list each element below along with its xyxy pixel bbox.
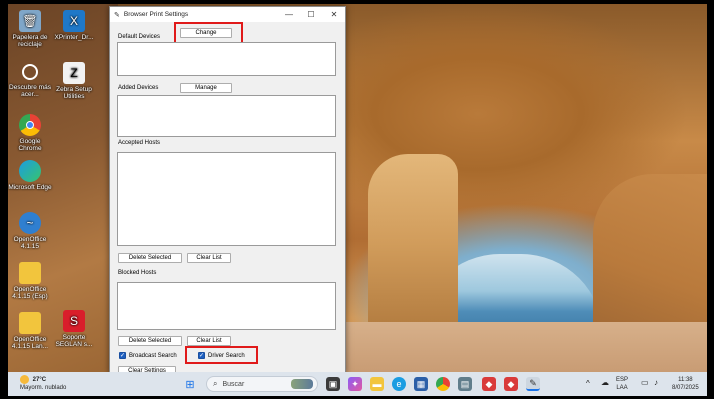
maximize-icon[interactable]: ☐ [300,7,322,22]
search-highlight-image [291,379,313,389]
clear-list-accepted-button[interactable]: Clear List [187,253,231,263]
added-devices-label: Added Devices [118,85,159,91]
wallpaper-rock-right [593,174,707,334]
zebra-icon: Z [63,62,85,84]
windows-start-icon[interactable]: ⊞ [183,377,197,391]
title-bar[interactable]: ✎ Browser Print Settings — ☐ ✕ [110,7,345,22]
file-explorer-icon[interactable]: ▬ [370,377,384,391]
recycle-bin-icon: 🗑 [19,10,41,32]
edge-icon [19,160,41,182]
copilot-icon[interactable]: ✦ [348,377,362,391]
search-icon: ⌕ [213,379,218,388]
openoffice-icon: ~ [19,212,41,234]
calculator-icon[interactable]: ▤ [458,377,472,391]
desktop-icon-openoffice-esp[interactable]: OpenOffice 4.1.15 (Esp) [8,262,52,300]
desktop-icon-openoffice[interactable]: ~ OpenOffice 4.1.15 [8,212,52,250]
checkbox-checked-icon: ✓ [119,352,126,359]
browser-print-taskbar-icon[interactable]: ✎ [526,377,540,391]
volume-icon[interactable]: ♪ [654,379,658,387]
highlight-driver-search [185,346,258,364]
desktop-icon-xprinter[interactable]: X XPrinter_Dr... [52,10,96,41]
accepted-hosts-label: Accepted Hosts [118,140,161,146]
blocked-hosts-list[interactable] [117,282,336,330]
store-icon[interactable]: ▦ [414,377,428,391]
folder-icon [19,312,41,334]
default-devices-label: Default Devices [118,34,161,40]
language-indicator[interactable]: ESP LAA [616,376,628,392]
wallpaper-rock-arch [368,154,458,334]
discover-icon [22,64,38,80]
task-view-icon[interactable]: ▣ [326,377,340,391]
blocked-hosts-label: Blocked Hosts [118,270,157,276]
desktop-icon-openoffice-lan[interactable]: OpenOffice 4.1.15 Lan... [8,312,52,350]
taskbar-search-box[interactable]: ⌕ Buscar [206,376,318,392]
added-devices-list[interactable] [117,95,336,137]
display-icon[interactable]: ▭ [641,379,649,387]
default-devices-list[interactable] [117,42,336,76]
zebra-app-icon: ✎ [114,11,120,19]
network-icon[interactable]: ☁ [601,379,609,387]
seglan-icon: S [63,310,85,332]
desktop-icon-edge[interactable]: Microsoft Edge [8,160,52,191]
anydesk-alt-icon[interactable]: ◆ [504,377,518,391]
desktop-icon-seglan[interactable]: S Soporte SEGLAN s... [52,310,96,348]
manage-button[interactable]: Manage [180,83,232,93]
xprinter-icon: X [63,10,85,32]
desktop-icon-zebra[interactable]: Z Zebra Setup Utilities [52,62,96,100]
edge-taskbar-icon[interactable]: e [392,377,406,391]
browser-print-settings-window: ✎ Browser Print Settings — ☐ ✕ Default D… [109,6,346,376]
desktop-icon-chrome[interactable]: Google Chrome [8,114,52,152]
anydesk-icon[interactable]: ◆ [482,377,496,391]
tray-chevron-icon[interactable]: ^ [586,380,590,388]
weather-widget[interactable]: 27°C Mayorm. nublado [20,375,66,392]
wallpaper-beach [343,322,707,377]
desktop-icon-discover[interactable]: Descubre más acer... [8,64,52,98]
desktop-icon-recycle-bin[interactable]: 🗑 Papelera de reciclaje [8,10,52,48]
accepted-hosts-list[interactable] [117,152,336,246]
taskbar: 27°C Mayorm. nublado ⊞ ⌕ Buscar ▣ ✦ ▬ e … [8,372,707,396]
chrome-taskbar-icon[interactable] [436,377,450,391]
weather-sun-icon [20,375,29,384]
delete-selected-blocked-button[interactable]: Delete Selected [118,336,182,346]
clear-list-blocked-button[interactable]: Clear List [187,336,231,346]
chrome-icon [19,114,41,136]
delete-selected-accepted-button[interactable]: Delete Selected [118,253,182,263]
broadcast-search-checkbox[interactable]: ✓ Broadcast Search [119,352,177,359]
minimize-icon[interactable]: — [278,7,300,22]
window-title: Browser Print Settings [123,11,189,18]
clock[interactable]: 11:38 8/07/2025 [672,376,699,392]
close-icon[interactable]: ✕ [323,7,345,22]
folder-icon [19,262,41,284]
